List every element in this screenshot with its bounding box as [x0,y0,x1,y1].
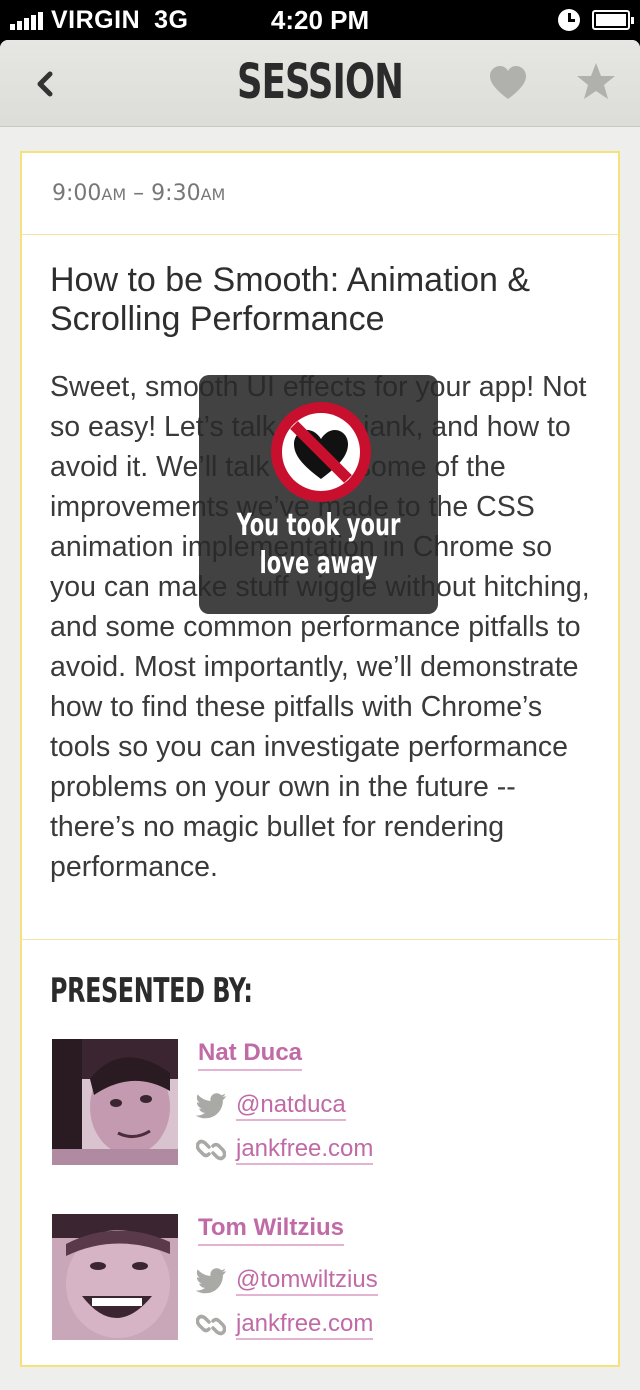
star-button[interactable] [575,60,617,104]
favorite-button[interactable] [488,64,528,104]
session-card: 9:00AM – 9:30AM How to be Smooth: Animat… [20,151,620,1367]
time-start: 9:00 [52,181,102,206]
speaker-item: Nat Duca @natduca jankfree.com [52,1039,612,1169]
avatar [52,1214,178,1340]
speaker-item: Tom Wiltzius @tomwiltzius jankfree.com [52,1214,612,1344]
time-end-suffix: AM [200,185,226,204]
avatar [52,1039,178,1165]
time-start-suffix: AM [101,185,127,204]
website-link[interactable]: jankfree.com [236,1135,374,1165]
session-title: How to be Smooth: Animation & Scrolling … [50,261,531,338]
toast-line-2: love away [259,546,378,581]
no-heart-icon [271,402,371,502]
twitter-icon [196,1093,226,1119]
navigation-bar: SESSION [0,40,640,127]
clock-time: 4:20 PM [270,5,370,35]
presented-by-heading: PRESENTED BY: [50,971,253,1011]
website-link[interactable]: jankfree.com [236,1310,374,1340]
session-time: 9:00AM – 9:30AM [22,153,618,235]
twitter-row: @tomwiltzius [196,1266,378,1296]
battery-icon [592,10,634,30]
twitter-link[interactable]: @natduca [236,1091,346,1121]
twitter-link[interactable]: @tomwiltzius [236,1266,378,1296]
speaker-photo [52,1039,178,1165]
link-icon [196,1314,226,1336]
divider [22,939,618,940]
time-separator: – [126,181,152,206]
toast-line-1: You took your [236,508,401,543]
unfavorite-toast: You took your love away [199,375,438,614]
twitter-icon [196,1268,226,1294]
status-bar: VIRGIN 3G 4:20 PM [0,0,640,40]
alarm-clock-icon [558,9,580,31]
heart-icon [490,66,526,99]
star-icon [577,63,615,99]
website-row: jankfree.com [196,1310,374,1340]
status-icons [558,6,634,34]
twitter-row: @natduca [196,1091,346,1121]
toast-message: You took your love away [225,507,411,583]
speaker-name-link[interactable]: Nat Duca [198,1039,303,1071]
link-icon [196,1139,226,1161]
speaker-name-link[interactable]: Tom Wiltzius [198,1214,344,1246]
website-row: jankfree.com [196,1135,374,1165]
speaker-photo [52,1214,178,1340]
app-screen: SESSION 9:00AM – 9:30AM How to be Smooth… [0,40,640,1390]
time-end: 9:30 [151,181,201,206]
